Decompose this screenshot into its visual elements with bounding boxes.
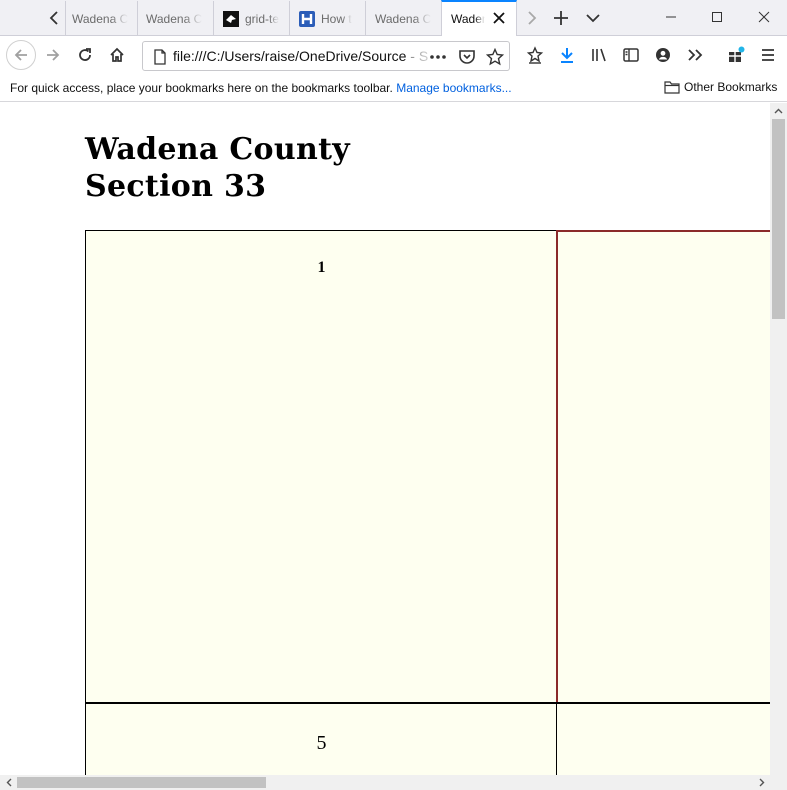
tab-strip-spacer bbox=[0, 0, 40, 36]
grid-cell-6[interactable] bbox=[556, 702, 770, 775]
chevron-up-icon bbox=[774, 108, 783, 113]
arrow-right-icon bbox=[47, 49, 60, 61]
arrow-left-icon bbox=[14, 49, 27, 61]
account-button[interactable] bbox=[649, 41, 677, 69]
other-bookmarks-button[interactable]: Other Bookmarks bbox=[664, 80, 777, 94]
tab-0[interactable]: Wadena C bbox=[65, 1, 137, 36]
chevron-down-icon bbox=[586, 14, 600, 23]
tab-3[interactable]: How t bbox=[289, 1, 365, 36]
overflow-menu-button[interactable] bbox=[681, 41, 709, 69]
url-tail: - S bbox=[406, 48, 429, 64]
chevron-left-icon bbox=[49, 11, 58, 25]
bookmarks-hint: For quick access, place your bookmarks h… bbox=[10, 81, 512, 95]
bookmarks-toolbar: For quick access, place your bookmarks h… bbox=[0, 74, 787, 102]
folder-icon bbox=[664, 81, 680, 94]
maximize-button[interactable] bbox=[694, 0, 740, 34]
tab-title: Wadena C bbox=[72, 11, 129, 26]
tab-title: Wadena C bbox=[375, 11, 432, 26]
other-bookmarks-label: Other Bookmarks bbox=[684, 80, 778, 94]
tab-1[interactable]: Wadena C bbox=[137, 1, 213, 36]
navigation-toolbar: file:///C:/Users/raise/OneDrive/Source -… bbox=[0, 36, 787, 74]
minimize-button[interactable] bbox=[648, 0, 694, 34]
home-icon bbox=[110, 47, 124, 62]
minimize-icon bbox=[666, 16, 676, 18]
vertical-scroll-thumb[interactable] bbox=[772, 119, 785, 319]
chevron-right-icon bbox=[759, 778, 764, 787]
downloads-button[interactable] bbox=[553, 41, 581, 69]
star-bookmark-icon[interactable] bbox=[486, 48, 504, 66]
tab-5-active[interactable]: Waden bbox=[441, 0, 517, 36]
tab-title: How t bbox=[321, 11, 352, 26]
close-icon[interactable] bbox=[492, 11, 506, 25]
extensions-button[interactable] bbox=[722, 41, 750, 69]
manage-bookmarks-link[interactable]: Manage bookmarks... bbox=[396, 81, 511, 95]
double-chevron-right-icon bbox=[688, 49, 703, 61]
app-menu-button[interactable] bbox=[754, 41, 782, 69]
address-bar[interactable]: file:///C:/Users/raise/OneDrive/Source -… bbox=[142, 41, 510, 71]
reload-button[interactable] bbox=[71, 41, 99, 69]
sidebar-icon bbox=[623, 48, 639, 62]
github-icon bbox=[223, 10, 239, 27]
h-logo-icon bbox=[299, 10, 315, 27]
download-arrow-icon bbox=[561, 48, 573, 63]
page-title-line2: Section 33 bbox=[85, 169, 267, 204]
scroll-tabs-left-button[interactable] bbox=[40, 0, 68, 36]
tab-2[interactable]: grid-te bbox=[213, 1, 289, 36]
grid-cell-2-highlighted[interactable] bbox=[556, 230, 770, 704]
maximize-icon bbox=[712, 12, 722, 22]
tab-title: grid-te bbox=[245, 11, 280, 26]
cell-label: 1 bbox=[317, 259, 326, 276]
tab-bar: Wadena C Wadena C grid-te How t Wadena C… bbox=[0, 0, 787, 36]
tab-title: Wadena C bbox=[146, 11, 203, 26]
page-title-line1: Wadena County bbox=[85, 132, 350, 167]
home-button[interactable] bbox=[103, 41, 131, 69]
scrollbar-corner bbox=[770, 775, 787, 790]
vertical-scrollbar[interactable] bbox=[770, 103, 787, 775]
plus-icon bbox=[554, 11, 568, 25]
chevron-left-icon bbox=[6, 778, 11, 787]
library-icon bbox=[592, 48, 606, 62]
reload-icon bbox=[79, 48, 91, 61]
chevron-right-icon bbox=[528, 11, 537, 25]
pocket-icon[interactable] bbox=[458, 48, 476, 66]
scroll-up-arrow[interactable] bbox=[771, 103, 786, 118]
library-button[interactable] bbox=[585, 41, 613, 69]
account-icon bbox=[656, 48, 670, 62]
scroll-tabs-right-button[interactable] bbox=[518, 0, 546, 36]
page-icon bbox=[154, 49, 166, 65]
extensions-gift-icon bbox=[729, 46, 745, 62]
hamburger-menu-icon bbox=[762, 49, 774, 61]
scroll-left-arrow[interactable] bbox=[1, 775, 16, 790]
star-list-icon bbox=[526, 46, 544, 64]
page-content: Wadena County Section 33 1 5 bbox=[0, 103, 770, 775]
tab-title: Waden bbox=[451, 12, 485, 26]
grid-cell-1[interactable]: 1 bbox=[85, 230, 558, 704]
back-button[interactable] bbox=[6, 40, 36, 70]
scroll-right-arrow[interactable] bbox=[754, 775, 769, 790]
horizontal-scroll-thumb[interactable] bbox=[17, 777, 266, 788]
horizontal-scrollbar[interactable] bbox=[0, 775, 770, 790]
close-icon bbox=[758, 11, 770, 23]
sidebar-button[interactable] bbox=[617, 41, 645, 69]
list-all-tabs-button[interactable] bbox=[579, 0, 607, 36]
page-title: Wadena County Section 33 bbox=[85, 131, 350, 205]
bookmarks-hint-text: For quick access, place your bookmarks h… bbox=[10, 81, 393, 95]
tab-4[interactable]: Wadena C bbox=[365, 1, 441, 36]
bookmarks-star-list-button[interactable] bbox=[521, 41, 549, 69]
forward-button[interactable] bbox=[39, 41, 67, 69]
url-text[interactable]: file:///C:/Users/raise/OneDrive/Source -… bbox=[173, 48, 441, 64]
close-window-button[interactable] bbox=[741, 0, 787, 34]
page-actions-icon[interactable] bbox=[429, 48, 447, 66]
grid-cell-5[interactable]: 5 bbox=[85, 702, 558, 775]
cell-label: 5 bbox=[316, 732, 327, 754]
new-tab-button[interactable] bbox=[547, 0, 575, 36]
url-main: file:///C:/Users/raise/OneDrive/Source bbox=[173, 48, 407, 64]
